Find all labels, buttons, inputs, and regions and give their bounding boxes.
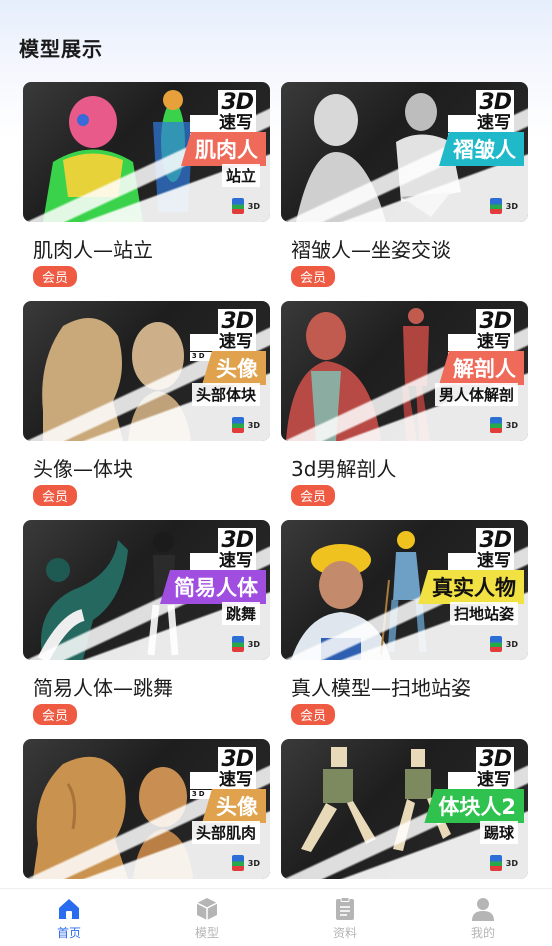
member-badge: 会员 bbox=[33, 485, 78, 506]
model-title[interactable]: 3d男解剖人 bbox=[291, 453, 528, 482]
logo-zh-text: 速写 bbox=[189, 553, 256, 570]
member-badge: 会员 bbox=[291, 266, 336, 287]
model-title[interactable]: 真人模型—扫地站姿 bbox=[291, 672, 528, 701]
tab-label: 我的 bbox=[470, 926, 495, 940]
model-title[interactable]: 肌肉人—站立 bbox=[33, 234, 270, 263]
section-title: 模型展示 bbox=[19, 37, 103, 61]
model-tag-sub: 头部体块 bbox=[191, 383, 260, 406]
tab-home[interactable]: 首页 bbox=[0, 889, 138, 946]
model-tag-sub: 男人体解剖 bbox=[434, 383, 518, 406]
model-card[interactable]: 3D 速写 3D SKETCH 解剖人 男人体解剖 3D 3d男解剖人 会员 bbox=[281, 301, 528, 520]
model-tag-main: 真实人物 bbox=[418, 570, 524, 604]
logo-3d-text: 3D bbox=[476, 309, 514, 334]
model-tag-main: 解剖人 bbox=[439, 351, 524, 385]
document-icon bbox=[336, 897, 354, 920]
tab-label: 首页 bbox=[56, 926, 81, 940]
mini-logo-icon: 3D bbox=[474, 853, 518, 873]
home-icon bbox=[59, 899, 79, 919]
bottom-tab-bar: 首页 模型 资料 我的 bbox=[0, 888, 552, 946]
model-tag-main: 褶皱人 bbox=[439, 132, 524, 166]
member-badge: 会员 bbox=[33, 266, 78, 287]
model-tag-sub: 踢球 bbox=[479, 821, 518, 844]
tab-model[interactable]: 模型 bbox=[138, 889, 276, 946]
member-badge: 会员 bbox=[291, 704, 336, 725]
model-thumbnail[interactable]: 3D 速写 3D SKETCH 肌肉人 站立 3D bbox=[23, 82, 270, 222]
tab-label: 资料 bbox=[332, 926, 357, 940]
logo-zh-text: 速写 bbox=[189, 115, 256, 132]
model-thumbnail[interactable]: 3D 速写 3D SKETCH 体块人2 踢球 3D bbox=[281, 739, 528, 879]
model-card[interactable]: 3D 速写 3D SKETCH 简易人体 跳舞 3D 简易人体—跳舞 会员 bbox=[23, 520, 270, 739]
logo-zh-text: 速写 bbox=[447, 115, 514, 132]
model-tag-main: 头像 bbox=[202, 351, 266, 385]
mini-logo-icon: 3D bbox=[216, 634, 260, 654]
mini-logo-icon: 3D bbox=[474, 196, 518, 216]
mini-logo-icon: 3D bbox=[216, 853, 260, 873]
model-tag-main: 体块人2 bbox=[424, 789, 524, 823]
mini-logo-icon: 3D bbox=[216, 196, 260, 216]
model-tag-main: 肌肉人 bbox=[181, 132, 266, 166]
model-title[interactable]: 褶皱人—坐姿交谈 bbox=[291, 234, 528, 263]
mini-logo-icon: 3D bbox=[216, 415, 260, 435]
model-tag-sub: 站立 bbox=[221, 164, 260, 187]
user-icon bbox=[472, 898, 494, 921]
model-tag-sub: 扫地站姿 bbox=[449, 602, 518, 625]
logo-3d-text: 3D bbox=[476, 90, 514, 115]
logo-3d-text: 3D bbox=[218, 747, 256, 772]
logo-zh-text: 速写 bbox=[189, 772, 256, 789]
model-card[interactable]: 3D 速写 3D SKETCH 肌肉人 站立 3D 肌肉人—站立 会员 bbox=[23, 82, 270, 301]
logo-zh-text: 速写 bbox=[447, 334, 514, 351]
tab-profile[interactable]: 我的 bbox=[414, 889, 552, 946]
mini-logo-icon: 3D bbox=[474, 634, 518, 654]
model-card[interactable]: 3D 速写 3D SKETCH 头像 头部体块 3D 头像—体块 会员 bbox=[23, 301, 270, 520]
logo-zh-text: 速写 bbox=[447, 553, 514, 570]
logo-zh-text: 速写 bbox=[447, 772, 514, 789]
mini-logo-icon: 3D bbox=[474, 415, 518, 435]
logo-3d-text: 3D bbox=[218, 528, 256, 553]
member-badge: 会员 bbox=[33, 704, 78, 725]
tab-documents[interactable]: 资料 bbox=[276, 889, 414, 946]
logo-zh-text: 速写 bbox=[189, 334, 256, 351]
cube-icon bbox=[196, 898, 218, 920]
model-card[interactable]: 3D 速写 3D SKETCH 真实人物 扫地站姿 3D 真人模型—扫地站姿 会… bbox=[281, 520, 528, 739]
model-thumbnail[interactable]: 3D 速写 3D SKETCH 头像 头部体块 3D bbox=[23, 301, 270, 441]
model-grid: 3D 速写 3D SKETCH 肌肉人 站立 3D 肌肉人—站立 会员 3D 速… bbox=[23, 82, 528, 946]
logo-3d-text: 3D bbox=[476, 747, 514, 772]
logo-3d-text: 3D bbox=[218, 90, 256, 115]
model-tag-sub: 头部肌肉 bbox=[191, 821, 260, 844]
model-title[interactable]: 简易人体—跳舞 bbox=[33, 672, 270, 701]
logo-3d-text: 3D bbox=[218, 309, 256, 334]
model-thumbnail[interactable]: 3D 速写 3D SKETCH 褶皱人 3D bbox=[281, 82, 528, 222]
member-badge: 会员 bbox=[291, 485, 336, 506]
model-title[interactable]: 头像—体块 bbox=[33, 453, 270, 482]
logo-3d-text: 3D bbox=[476, 528, 514, 553]
model-thumbnail[interactable]: 3D 速写 3D SKETCH 真实人物 扫地站姿 3D bbox=[281, 520, 528, 660]
model-thumbnail[interactable]: 3D 速写 3D SKETCH 解剖人 男人体解剖 3D bbox=[281, 301, 528, 441]
tab-label: 模型 bbox=[194, 926, 219, 940]
model-thumbnail[interactable]: 3D 速写 3D SKETCH 头像 头部肌肉 3D bbox=[23, 739, 270, 879]
model-card[interactable]: 3D 速写 3D SKETCH 褶皱人 3D 褶皱人—坐姿交谈 会员 bbox=[281, 82, 528, 301]
model-thumbnail[interactable]: 3D 速写 3D SKETCH 简易人体 跳舞 3D bbox=[23, 520, 270, 660]
model-tag-main: 头像 bbox=[202, 789, 266, 823]
model-tag-main: 简易人体 bbox=[160, 570, 266, 604]
model-tag-sub: 跳舞 bbox=[221, 602, 260, 625]
